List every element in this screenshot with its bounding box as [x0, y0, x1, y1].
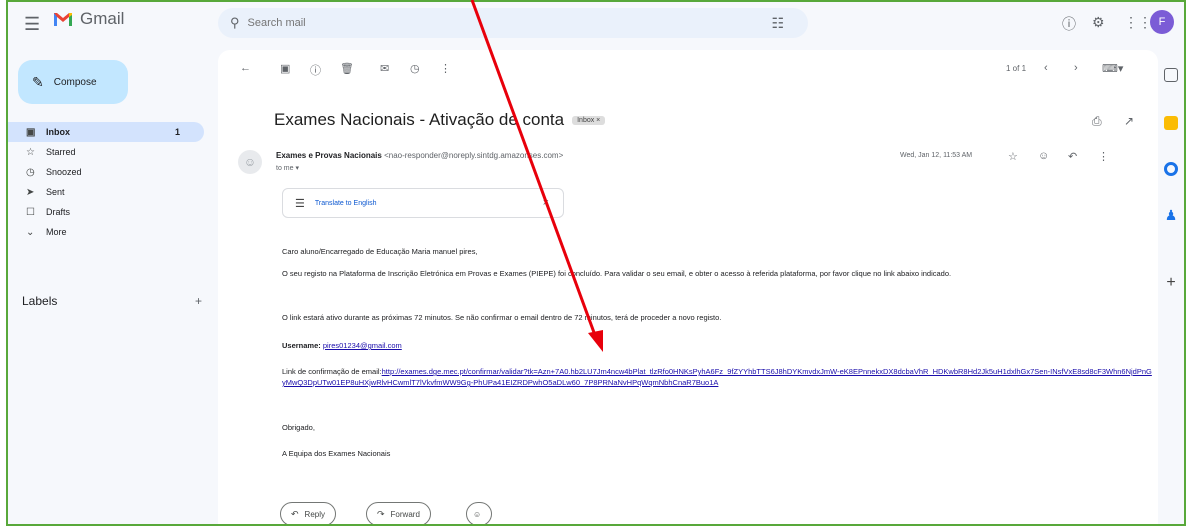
forward-label: Forward — [390, 509, 420, 519]
nav-item-count: 1 — [174, 127, 180, 137]
mark-unread-icon[interactable]: ✉ — [380, 62, 389, 75]
input-tools-icon[interactable]: ⌨▾ — [1102, 62, 1123, 75]
archive-icon[interactable]: ▣ — [280, 62, 290, 75]
reply-icon: ↶ — [291, 508, 299, 519]
gmail-window: ☰ Gmail ⚲ ☷ ⓘ ⚙ ⋮⋮ F ✎ Compose ▣ Inbox 1… — [6, 0, 1186, 526]
sender-name[interactable]: Exames e Provas Nacionais — [276, 151, 382, 160]
open-new-window-icon[interactable]: ↗ — [1124, 114, 1134, 128]
pencil-icon: ✎ — [32, 73, 44, 90]
reply-button[interactable]: ↶ Reply — [280, 502, 336, 524]
message-panel: ← ▣ ⓘ 🗑 ✉ ◷ ⋮ 1 of 1 ‹ › ⌨▾ Exames Nacio… — [218, 50, 1158, 524]
confirmation-link[interactable]: http://exames.dge.mec.pt/confirmar/valid… — [282, 367, 1152, 387]
nav-item-label: Drafts — [46, 207, 71, 217]
gmail-m-icon — [54, 13, 72, 26]
next-page-icon[interactable]: › — [1074, 62, 1078, 74]
star-icon[interactable]: ☆ — [1008, 150, 1018, 163]
main-menu-icon[interactable]: ☰ — [24, 14, 40, 35]
nav-item-inbox[interactable]: ▣ Inbox 1 — [8, 122, 204, 142]
signature: A Equipa dos Exames Nacionais — [282, 449, 391, 458]
emoji-button[interactable]: ☺ — [466, 502, 492, 524]
username-line: Username: pires01234@gmail.com — [282, 340, 1152, 351]
nav-item-drafts[interactable]: ☐ Drafts — [8, 202, 204, 222]
report-spam-icon[interactable]: ⓘ — [310, 62, 321, 78]
app-name: Gmail — [80, 9, 125, 28]
pagination-text: 1 of 1 — [1006, 64, 1027, 73]
search-bar[interactable]: ⚲ ☷ — [218, 8, 808, 38]
translate-banner[interactable]: ☰ Translate to English × — [282, 188, 564, 218]
recipient-details[interactable]: to me ▾ — [276, 164, 299, 172]
help-icon[interactable]: ⓘ — [1062, 14, 1076, 34]
gmail-logo[interactable]: Gmail — [52, 9, 124, 29]
print-icon[interactable]: ⎙ — [1092, 114, 1102, 129]
nav-item-label: More — [46, 227, 67, 237]
nav-item-label: Sent — [46, 187, 65, 197]
compose-button[interactable]: ✎ Compose — [18, 60, 128, 104]
username-link[interactable]: pires01234@gmail.com — [323, 341, 402, 350]
email-date: Wed, Jan 12, 11:53 AM — [900, 152, 973, 159]
message-toolbar: ← ▣ ⓘ 🗑 ✉ ◷ ⋮ 1 of 1 ‹ › ⌨▾ — [218, 50, 1158, 86]
account-avatar[interactable]: F — [1150, 10, 1174, 34]
inbox-icon: ▣ — [26, 126, 36, 138]
search-input[interactable] — [247, 17, 796, 29]
top-bar: ☰ Gmail ⚲ ☷ ⓘ ⚙ ⋮⋮ F — [8, 2, 1184, 46]
emoji-react-icon[interactable]: ☺ — [1038, 150, 1049, 162]
forward-icon: ↷ — [377, 508, 385, 519]
nav-item-snoozed[interactable]: ◷ Snoozed — [8, 162, 204, 182]
sender-address: <nao-responder@noreply.sintdg.amazonses.… — [384, 151, 564, 160]
chevron-down-icon: ⌄ — [26, 226, 35, 238]
tasks-icon[interactable] — [1164, 162, 1178, 176]
apps-grid-icon[interactable]: ⋮⋮ — [1124, 14, 1152, 31]
reply-icon[interactable]: ↶ — [1068, 150, 1077, 163]
labels-title: Labels — [22, 294, 58, 308]
subject-text: Exames Nacionais - Ativação de conta — [274, 110, 565, 129]
username-label: Username: — [282, 341, 321, 350]
emoji-icon: ☺ — [473, 509, 482, 519]
nav-item-starred[interactable]: ☆ Starred — [8, 142, 204, 162]
draft-icon: ☐ — [26, 206, 35, 218]
close-icon[interactable]: × — [543, 197, 549, 209]
nav-item-label: Starred — [46, 147, 76, 157]
paragraph-2: O link estará ativo durante as próximas … — [282, 313, 722, 322]
search-icon[interactable]: ⚲ — [230, 15, 240, 31]
email-subject: Exames Nacionais - Ativação de conta Inbo… — [274, 110, 606, 130]
back-arrow-icon[interactable]: ← — [240, 62, 251, 74]
more-options-icon[interactable]: ⋮ — [440, 62, 451, 75]
nav-item-sent[interactable]: ➤ Sent — [8, 182, 204, 202]
add-addon-icon[interactable]: + — [1164, 275, 1178, 291]
labels-header: Labels + — [22, 294, 202, 308]
contacts-icon[interactable]: ♟ — [1164, 208, 1178, 222]
link-label: Link de confirmação de email: — [282, 367, 382, 376]
thanks-line: Obrigado, — [282, 423, 315, 432]
snooze-icon[interactable]: ◷ — [410, 62, 420, 75]
delete-icon[interactable]: 🗑 — [340, 62, 354, 75]
clock-icon: ◷ — [26, 166, 35, 178]
reply-label: Reply — [304, 509, 325, 519]
translate-label[interactable]: Translate to English — [315, 200, 377, 207]
settings-gear-icon[interactable]: ⚙ — [1092, 14, 1105, 31]
keep-icon[interactable] — [1164, 116, 1178, 130]
forward-button[interactable]: ↷ Forward — [366, 502, 431, 524]
translate-icon: ☰ — [295, 197, 305, 210]
more-vert-icon[interactable]: ⋮ — [1098, 150, 1109, 163]
star-icon: ☆ — [26, 146, 35, 158]
send-icon: ➤ — [26, 186, 35, 198]
paragraph-1: O seu registo na Plataforma de Inscrição… — [282, 269, 952, 278]
sender-line: Exames e Provas Nacionais <nao-responder… — [276, 151, 563, 160]
greeting: Caro aluno/Encarregado de Educação Maria… — [282, 247, 478, 256]
compose-label: Compose — [53, 76, 97, 88]
prev-page-icon[interactable]: ‹ — [1044, 62, 1048, 74]
sender-avatar: ☺ — [238, 150, 262, 174]
search-options-icon[interactable]: ☷ — [771, 15, 784, 32]
nav-item-label: Snoozed — [46, 167, 82, 177]
confirmation-link-line: Link de confirmação de email:http://exam… — [282, 366, 1152, 388]
nav-item-label: Inbox — [46, 127, 70, 137]
add-label-icon[interactable]: + — [195, 294, 202, 308]
nav-item-more[interactable]: ⌄ More — [8, 222, 204, 242]
inbox-tag[interactable]: Inbox × — [572, 116, 606, 126]
calendar-icon[interactable] — [1164, 68, 1178, 82]
